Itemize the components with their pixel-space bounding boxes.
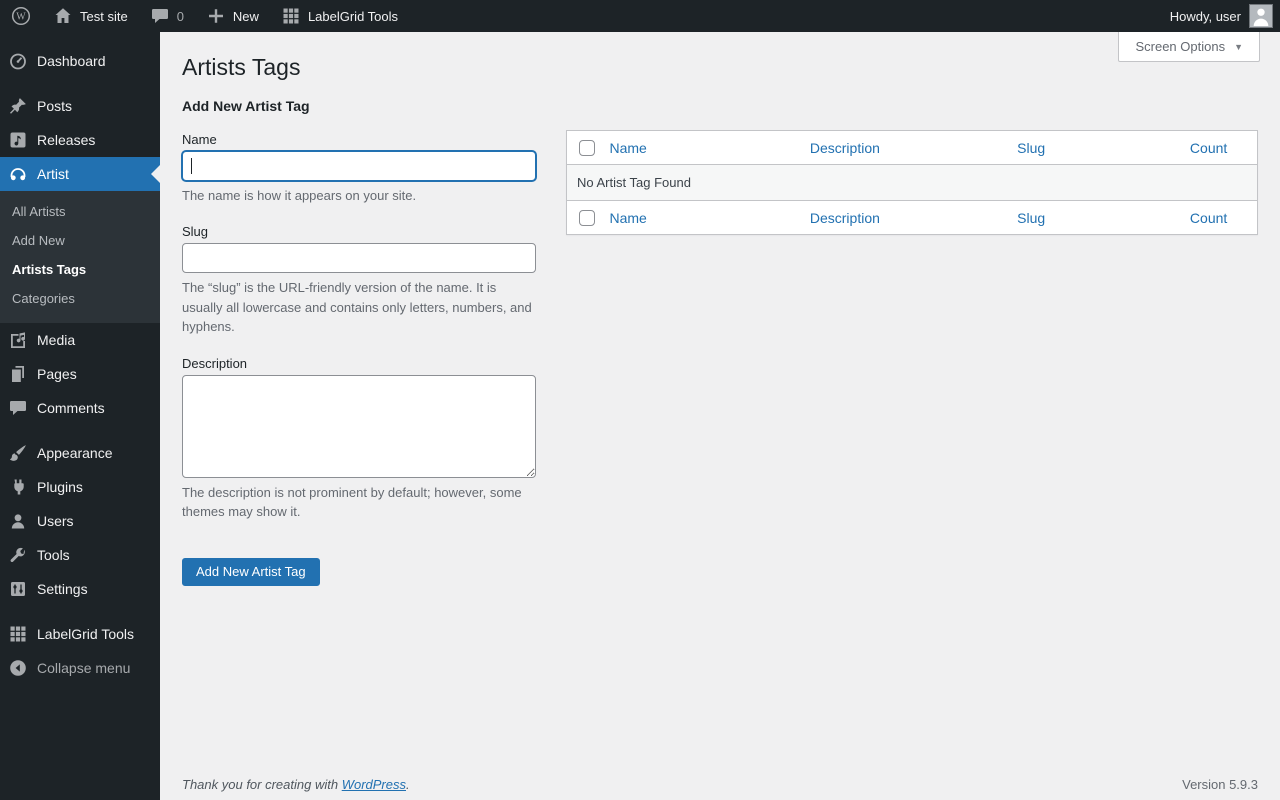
sidebar-subitem-categories[interactable]: Categories [0,284,160,313]
column-header-name: Name [599,130,800,166]
adminbar-new-content[interactable]: New [195,0,270,32]
screen-options-button[interactable]: Screen Options ▼ [1118,32,1260,62]
slug-help-text: The “slug” is the URL-friendly version o… [182,280,532,335]
sidebar-subitem-artists-tags[interactable]: Artists Tags [0,255,160,284]
comment-icon [8,398,28,418]
select-all-cell [566,130,600,166]
user-avatar-icon [1249,4,1273,28]
settings-icon [8,579,28,599]
howdy-text: Howdy, user [1169,8,1241,24]
main-content: Screen Options ▼ Artists Tags Add New Ar… [160,32,1280,800]
page-title: Artists Tags [182,54,301,80]
adminbar-site-name[interactable]: Test site [42,0,139,32]
text-cursor [191,157,192,174]
description-label: Description [182,355,248,371]
adminbar-labelgrid-tools[interactable]: LabelGrid Tools [270,0,409,32]
admin-sidebar: Dashboard Posts Releases Artist All Artists A… [0,32,160,800]
chevron-down-icon: ▼ [1234,41,1243,52]
table-empty-row: No Artist Tag Found [566,164,1258,201]
description-textarea[interactable] [182,374,536,478]
column-header-count: Count [1179,130,1258,166]
name-help-text: The name is how it appears on your site. [182,187,417,203]
appearance-icon [8,443,28,463]
users-icon [8,511,28,531]
description-field-group: Description The description is not promi… [182,356,536,522]
home-icon [53,6,73,26]
sidebar-item-settings[interactable]: Settings [0,572,160,606]
sidebar-item-artist[interactable]: Artist [0,157,160,191]
sidebar-item-dashboard[interactable]: Dashboard [0,44,160,78]
column-header-slug: Slug [1007,130,1180,166]
select-all-cell [566,200,600,235]
column-header-name: Name [599,200,800,235]
media-icon [8,330,28,350]
sidebar-item-appearance[interactable]: Appearance [0,436,160,470]
sidebar-submenu: All Artists Add New Artists Tags Categories [0,191,160,323]
admin-footer: Thank you for creating with WordPress. V… [182,777,1258,792]
adminbar-comments[interactable]: 0 [139,0,195,32]
svg-text:W: W [16,12,26,23]
plus-icon [206,6,226,26]
column-header-description: Description [799,130,1008,166]
table-foot-row: Name Description Slug Count [566,200,1258,235]
wordpress-icon: W [11,6,31,26]
add-tag-form: Add New Artist Tag Name The name is how … [182,98,536,586]
version-text: Version 5.9.3 [1182,777,1258,792]
name-input[interactable] [182,150,536,181]
menu-separator [0,425,160,436]
screen-options-label: Screen Options [1135,39,1226,54]
menu-separator [0,606,160,617]
name-label: Name [182,131,217,147]
column-header-count: Count [1179,200,1258,235]
grid-icon [281,6,301,26]
dashboard-icon [8,51,28,71]
name-field-group: Name The name is how it appears on your … [182,132,536,206]
collapse-icon [8,658,28,678]
description-help-text: The description is not prominent by defa… [182,484,522,520]
table-head-row: Name Description Slug Count [566,130,1258,166]
column-header-description: Description [799,200,1008,235]
tags-table-container: Name Description Slug Count No Artist Tag Fo… [566,98,1258,586]
sidebar-item-tools[interactable]: Tools [0,538,160,572]
account-menu[interactable]: Howdy, user [1170,0,1280,32]
plugins-icon [8,477,28,497]
tools-icon [8,545,28,565]
wordpress-link[interactable]: WordPress [342,777,406,792]
menu-separator [0,78,160,89]
sidebar-item-pages[interactable]: Pages [0,357,160,391]
column-header-slug: Slug [1007,200,1180,235]
empty-message: No Artist Tag Found [566,164,1258,201]
music-icon [8,130,28,150]
add-new-artist-tag-button[interactable]: Add New Artist Tag [182,557,320,586]
page-columns: Add New Artist Tag Name The name is how … [182,98,1258,586]
grid-icon [8,624,28,644]
comment-icon [150,6,170,26]
sidebar-subitem-all-artists[interactable]: All Artists [0,197,160,226]
sidebar-item-comments[interactable]: Comments [0,391,160,425]
sidebar-item-posts[interactable]: Posts [0,89,160,123]
headphones-icon [8,164,28,184]
sidebar-item-media[interactable]: Media [0,323,160,357]
slug-label: Slug [182,224,209,240]
tags-table: Name Description Slug Count No Artist Tag Fo… [566,129,1258,236]
sidebar-item-collapse-menu[interactable]: Collapse menu [0,651,160,685]
form-heading: Add New Artist Tag [182,97,310,114]
slug-field-group: Slug The “slug” is the URL-friendly vers… [182,224,536,337]
sidebar-subitem-add-new[interactable]: Add New [0,226,160,255]
admin-bar-left: W Test site 0 New LabelGrid Tools [0,0,409,32]
pages-icon [8,364,28,384]
sidebar-item-releases[interactable]: Releases [0,123,160,157]
pin-icon [8,96,28,116]
sidebar-item-users[interactable]: Users [0,504,160,538]
footer-thanks: Thank you for creating with WordPress. [182,777,410,792]
adminbar-wp-logo[interactable]: W [0,0,42,32]
select-all-checkbox[interactable] [579,140,595,157]
admin-bar: W Test site 0 New LabelGrid Tools Howdy, use… [0,0,1280,32]
select-all-checkbox[interactable] [579,210,595,227]
sidebar-item-labelgrid-tools[interactable]: LabelGrid Tools [0,617,160,651]
slug-input[interactable] [182,243,536,274]
sidebar-item-plugins[interactable]: Plugins [0,470,160,504]
